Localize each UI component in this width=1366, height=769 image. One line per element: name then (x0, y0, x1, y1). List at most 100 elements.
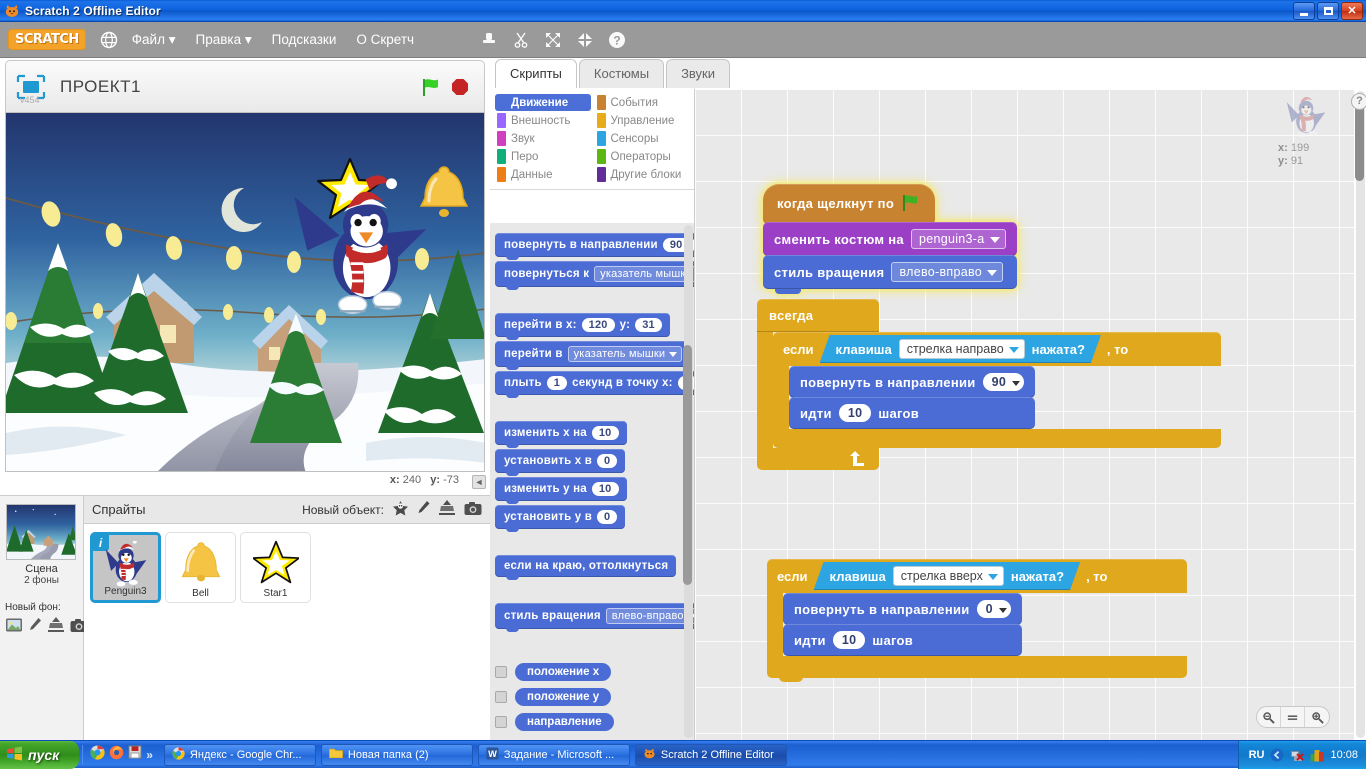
tab-sounds[interactable]: Звуки (666, 59, 730, 88)
seconds-input[interactable]: 1 (547, 376, 567, 390)
category-events[interactable]: События (595, 94, 691, 111)
block-point-in-direction-1[interactable]: повернуть в направлении 90 (789, 366, 1035, 398)
stage-thumbnail-item[interactable]: Сцена 2 фоны (6, 504, 78, 586)
script-canvas[interactable]: когда щелкнут по сменить костюм на pengu… (695, 89, 1354, 740)
library-picture-icon[interactable] (5, 617, 23, 638)
key-dropdown[interactable]: стрелка вверх (893, 566, 1004, 586)
palette-block-set-y[interactable]: установить y в 0 (495, 505, 625, 529)
help-icon[interactable]: ? (608, 31, 626, 49)
globe-icon[interactable] (100, 31, 118, 49)
category-control[interactable]: Управление (595, 112, 691, 129)
value-input[interactable]: 0 (597, 454, 617, 468)
save-icon[interactable] (128, 745, 142, 764)
block-if-up-arrow[interactable]: если клавиша стрелка вверх нажата? , то (767, 559, 1187, 678)
help-panel-button[interactable]: ? (1351, 93, 1366, 110)
palette-block-change-x[interactable]: изменить x на 10 (495, 421, 627, 445)
palette-block-bounce-on-edge[interactable]: если на краю, оттолкнуться (495, 555, 676, 577)
category-looks[interactable]: Внешность (495, 112, 591, 129)
taskbar-item-scratch[interactable]: Scratch 2 Offline Editor (635, 744, 787, 766)
script-stack-3[interactable]: если клавиша стрелка вверх нажата? , то (767, 559, 1187, 678)
category-operators[interactable]: Операторы (595, 148, 691, 165)
palette-block-turn-direction[interactable]: повернуть в направлении 90 (495, 233, 694, 257)
canvas-scrollbar-track[interactable] (1356, 91, 1365, 738)
block-switch-costume[interactable]: сменить костюм на penguin3-a (763, 222, 1017, 256)
rotation-style-dropdown[interactable]: влево-вправо (606, 608, 694, 624)
menu-file[interactable]: Файл ▾ (122, 32, 186, 48)
category-sound[interactable]: Звук (495, 130, 591, 147)
palette-scroll-area[interactable]: повернуть в направлении 90 повернуться к… (490, 223, 694, 740)
palette-block-change-y[interactable]: изменить y на 10 (495, 477, 627, 501)
reporter-checkbox[interactable] (495, 666, 507, 678)
x-input[interactable]: 120 (582, 318, 615, 332)
stage-resize-handle[interactable]: ◄ (472, 475, 486, 489)
reporter-x-position[interactable]: положение x (515, 663, 611, 681)
stop-button[interactable] (450, 77, 470, 97)
value-input[interactable]: 10 (592, 482, 619, 496)
palette-block-point-towards[interactable]: повернуться к указатель мышки (495, 261, 694, 287)
hat-block-when-flag-clicked[interactable]: когда щелкнут по (763, 184, 935, 224)
camera-icon[interactable] (464, 501, 482, 519)
grow-icon[interactable] (544, 31, 562, 49)
block-set-rotation-style[interactable]: стиль вращения влево-вправо (763, 255, 1017, 289)
paint-brush-icon[interactable] (417, 500, 430, 519)
network-error-icon[interactable] (1290, 748, 1304, 762)
sprite-item-penguin3[interactable]: i (90, 532, 161, 603)
costume-dropdown[interactable]: penguin3-a (911, 229, 1006, 249)
upload-icon[interactable] (47, 617, 65, 638)
palette-block-goto-target[interactable]: перейти в указатель мышки (495, 341, 690, 367)
start-button[interactable]: пуск (0, 741, 79, 769)
reporter-checkbox[interactable] (495, 691, 507, 703)
library-sprite-icon[interactable] (392, 500, 409, 520)
cut-scissors-icon[interactable] (512, 31, 530, 49)
tab-costumes[interactable]: Костюмы (579, 59, 664, 88)
script-stack-2[interactable]: всегда если клавиша (757, 299, 1221, 470)
steps-input[interactable]: 10 (833, 631, 866, 649)
taskbar-item-folder[interactable]: Новая папка (2) (321, 744, 473, 766)
reporter-checkbox[interactable] (495, 716, 507, 728)
shrink-icon[interactable] (576, 31, 594, 49)
value-input[interactable]: 0 (597, 510, 617, 524)
target-dropdown[interactable]: указатель мышки (568, 346, 683, 362)
zoom-out-button[interactable] (1257, 707, 1281, 727)
menu-edit[interactable]: Правка ▾ (185, 32, 261, 48)
chevron-double-right-icon[interactable]: » (146, 748, 153, 762)
maximize-button[interactable] (1317, 2, 1339, 20)
category-motion[interactable]: Движение (495, 94, 591, 111)
palette-scrollbar-thumb[interactable] (683, 345, 692, 585)
sprite-item-bell[interactable]: Bell (165, 532, 236, 603)
chrome-icon[interactable] (90, 745, 105, 765)
zoom-reset-button[interactable] (1281, 707, 1305, 727)
clock[interactable]: 10:08 (1330, 749, 1358, 761)
menu-about[interactable]: О Скретч (346, 32, 424, 47)
script-stack-1[interactable]: когда щелкнут по сменить костюм на pengu… (763, 184, 1017, 294)
category-data[interactable]: Данные (495, 166, 591, 183)
rotation-style-dropdown[interactable]: влево-вправо (891, 262, 1003, 282)
upload-icon[interactable] (438, 500, 456, 519)
close-button[interactable]: ✕ (1341, 2, 1363, 20)
menu-tips[interactable]: Подсказки (262, 32, 347, 47)
value-input[interactable]: 10 (592, 426, 619, 440)
direction-dropdown[interactable]: 0 (977, 600, 1011, 618)
show-hidden-icon[interactable] (1270, 748, 1284, 762)
palette-scrollbar-track[interactable] (684, 225, 693, 738)
key-dropdown[interactable]: стрелка направо (899, 339, 1025, 359)
reporter-direction[interactable]: направление (515, 713, 614, 731)
palette-block-set-x[interactable]: установить x в 0 (495, 449, 625, 473)
firefox-icon[interactable] (109, 745, 124, 765)
taskbar-item-word[interactable]: W Задание - Microsoft ... (478, 744, 630, 766)
steps-input[interactable]: 10 (839, 404, 872, 422)
updates-icon[interactable] (1310, 748, 1324, 762)
block-move-steps-1[interactable]: идти 10 шагов (789, 397, 1035, 429)
block-if-right-arrow[interactable]: если клавиша стрелка направо нажата? , т… (773, 332, 1221, 448)
taskbar-item-chrome[interactable]: Яндекс - Google Chr... (164, 744, 316, 766)
sensing-key-pressed-1[interactable]: клавиша стрелка направо нажата? (820, 335, 1101, 363)
y-input[interactable]: 31 (635, 318, 662, 332)
target-dropdown[interactable]: указатель мышки (594, 266, 694, 282)
sensing-key-pressed-2[interactable]: клавиша стрелка вверх нажата? (814, 562, 1081, 590)
reporter-y-position[interactable]: положение y (515, 688, 611, 706)
green-flag-button[interactable] (420, 76, 442, 98)
sprite-item-star1[interactable]: Star1 (240, 532, 311, 603)
direction-dropdown[interactable]: 90 (983, 373, 1025, 391)
category-pen[interactable]: Перо (495, 148, 591, 165)
block-point-in-direction-2[interactable]: повернуть в направлении 0 (783, 593, 1022, 625)
